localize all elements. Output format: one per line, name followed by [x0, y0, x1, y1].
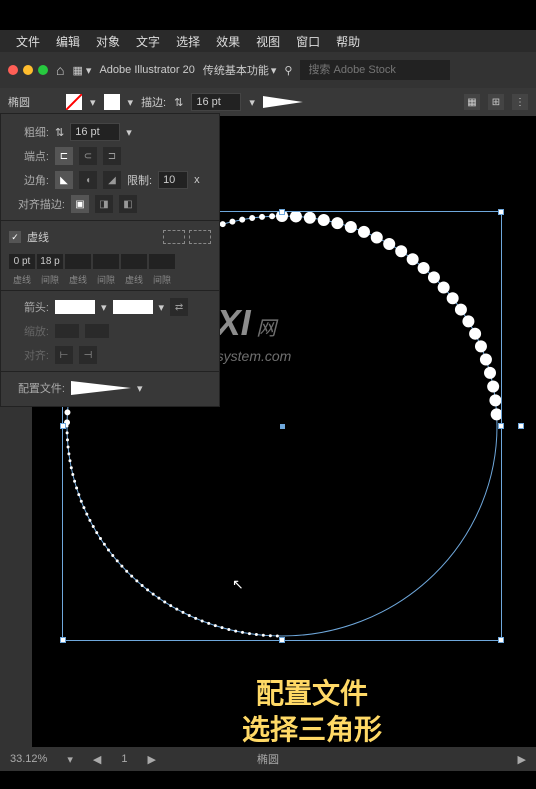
fill-swatch[interactable] — [66, 94, 82, 110]
nav-prev-icon[interactable]: ◀ — [93, 753, 101, 766]
scale-end-input — [85, 324, 109, 338]
chevron-down-icon[interactable]: ▾ — [126, 126, 132, 139]
dash-gap-inputs — [9, 254, 175, 269]
zoom-level[interactable]: 33.12% — [10, 753, 47, 765]
dash-preserve-icon[interactable] — [163, 230, 185, 244]
layout-dropdown[interactable]: ▦ ▾ — [72, 64, 91, 77]
profile-label: 配置文件: — [9, 380, 65, 396]
arrow-end-select[interactable] — [113, 300, 153, 314]
dash-2-input[interactable] — [65, 254, 91, 269]
limit-label: 限制: — [127, 172, 152, 188]
limit-unit: x — [194, 174, 200, 186]
home-icon[interactable]: ⌂ — [56, 62, 64, 78]
chevron-down-icon[interactable]: ▾ — [159, 301, 165, 314]
align-end-button: ⊣ — [79, 346, 97, 364]
chevron-down-icon[interactable]: ▾ — [101, 301, 107, 314]
menu-type[interactable]: 文字 — [128, 33, 168, 50]
app-title: Adobe Illustrator 20 — [99, 64, 194, 76]
handle-tm[interactable] — [279, 209, 285, 215]
gap-3-input[interactable] — [149, 254, 175, 269]
scale-start-input — [55, 324, 79, 338]
limit-input[interactable] — [158, 171, 188, 189]
options-bar: 椭圆 ▾ ▾ 描边: ⇅ ▾ ▦ ⊞ ⋮ — [0, 88, 536, 116]
dashed-label: 虚线 — [27, 229, 49, 245]
weight-input[interactable] — [70, 123, 120, 141]
chevron-down-icon[interactable]: ▾ — [137, 382, 143, 395]
handle-bm[interactable] — [279, 637, 285, 643]
stroke-label: 描边: — [141, 94, 166, 110]
align-inside-button[interactable]: ◨ — [95, 195, 113, 213]
handle-mr[interactable] — [498, 423, 504, 429]
gap-1-input[interactable] — [37, 254, 63, 269]
stroke-width-input[interactable] — [191, 93, 241, 111]
cap-label: 端点: — [9, 148, 49, 164]
stepper-icon[interactable]: ⇅ — [55, 126, 64, 139]
menu-effect[interactable]: 效果 — [208, 33, 248, 50]
chevron-down-icon[interactable]: ▾ — [90, 96, 96, 109]
cursor-icon: ↖ — [232, 576, 244, 593]
join-round-button[interactable]: ◖ — [79, 171, 97, 189]
cap-round-button[interactable]: ⊂ — [79, 147, 97, 165]
handle-tr[interactable] — [498, 209, 504, 215]
stroke-swatch[interactable] — [104, 94, 120, 110]
handle-bl[interactable] — [60, 637, 66, 643]
handle-br[interactable] — [498, 637, 504, 643]
swap-arrows-icon[interactable]: ⇄ — [170, 298, 188, 316]
menu-view[interactable]: 视图 — [248, 33, 288, 50]
arrow-start-select[interactable] — [55, 300, 95, 314]
cap-butt-button[interactable]: ⊏ — [55, 147, 73, 165]
menu-bar: 文件 编辑 对象 文字 选择 效果 视图 窗口 帮助 — [0, 30, 536, 52]
menu-window[interactable]: 窗口 — [288, 33, 328, 50]
status-bar: 33.12% ▾ ◀ 1 ▶ 椭圆 ▶ — [0, 747, 536, 771]
align-stroke-label: 对齐描边: — [9, 196, 65, 212]
page-number: 1 — [121, 753, 127, 765]
join-bevel-button[interactable]: ◢ — [103, 171, 121, 189]
dash-gap-labels: 虚线间隙 虚线间隙 虚线间隙 — [1, 273, 219, 286]
menu-edit[interactable]: 编辑 — [48, 33, 88, 50]
align-arrow-label: 对齐: — [9, 347, 49, 363]
dashed-checkbox[interactable]: ✓ — [9, 231, 21, 243]
scale-label: 缩放: — [9, 323, 49, 339]
menu-select[interactable]: 选择 — [168, 33, 208, 50]
align-center-button[interactable]: ▣ — [71, 195, 89, 213]
dash-align-icon[interactable] — [189, 230, 211, 244]
window-controls[interactable] — [8, 65, 48, 75]
shape-name: 椭圆 — [8, 94, 30, 110]
menu-file[interactable]: 文件 — [8, 33, 48, 50]
dash-3-input[interactable] — [121, 254, 147, 269]
align-options-icon[interactable]: ▦ — [464, 94, 480, 110]
search-input[interactable] — [300, 60, 450, 80]
chevron-down-icon[interactable]: ▾ — [67, 753, 73, 766]
menu-object[interactable]: 对象 — [88, 33, 128, 50]
app-header: ⌂ ▦ ▾ Adobe Illustrator 20 传统基本功能 ▾ ⚲ — [0, 52, 536, 88]
stroke-panel: 粗细: ⇅ ▾ 端点: ⊏ ⊂ ⊐ 边角: ◣ ◖ ◢ 限制: x 对齐描边: … — [0, 113, 220, 407]
gap-2-input[interactable] — [93, 254, 119, 269]
nav-next-icon[interactable]: ▶ — [147, 753, 155, 766]
nav-end-icon[interactable]: ▶ — [518, 753, 526, 766]
align-outside-button[interactable]: ◧ — [119, 195, 137, 213]
center-point — [280, 424, 285, 429]
selection-info: 椭圆 — [257, 751, 279, 767]
profile-select[interactable] — [71, 381, 131, 395]
chevron-down-icon[interactable]: ▾ — [249, 96, 255, 109]
workspace-dropdown[interactable]: 传统基本功能 ▾ — [203, 62, 277, 78]
transform-icon[interactable]: ⊞ — [488, 94, 504, 110]
tutorial-annotation: 配置文件 选择三角形 — [182, 676, 442, 749]
dash-1-input[interactable] — [9, 254, 35, 269]
chevron-down-icon[interactable]: ▾ — [128, 96, 134, 109]
arrow-label: 箭头: — [9, 299, 49, 315]
corner-label: 边角: — [9, 172, 49, 188]
cap-square-button[interactable]: ⊐ — [103, 147, 121, 165]
join-miter-button[interactable]: ◣ — [55, 171, 73, 189]
menu-help[interactable]: 帮助 — [328, 33, 368, 50]
stepper-icon[interactable]: ⇅ — [174, 96, 183, 109]
weight-label: 粗细: — [9, 124, 49, 140]
more-options-icon[interactable]: ⋮ — [512, 94, 528, 110]
handle-ml[interactable] — [60, 423, 66, 429]
align-tip-button: ⊢ — [55, 346, 73, 364]
search-icon-hdr: ⚲ — [284, 64, 292, 77]
handle-pie[interactable] — [518, 423, 524, 429]
brush-profile[interactable] — [263, 96, 303, 108]
